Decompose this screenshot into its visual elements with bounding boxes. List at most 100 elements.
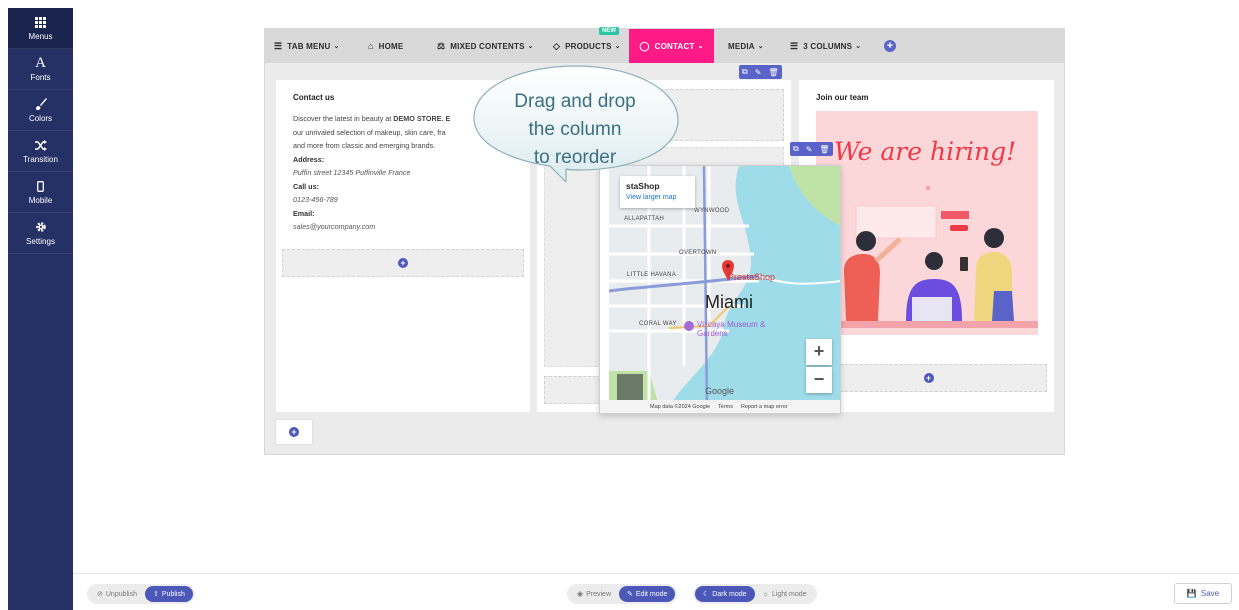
bottom-toolbar: ⊘ Unpublish ⇧ Publish ◉ Preview ✎ Edit m…: [73, 573, 1239, 610]
mode-toggle: ◉ Preview ✎ Edit mode: [567, 584, 678, 604]
brush-icon: [35, 97, 47, 111]
hiring-image: We are hiring!: [816, 111, 1038, 335]
menu-label: MIXED CONTENTS: [450, 41, 525, 51]
zoom-in-button[interactable]: +: [806, 339, 832, 365]
map-pin-label: PrestaShop: [728, 272, 776, 282]
publish-button[interactable]: ⇧ Publish: [145, 586, 193, 602]
trash-icon[interactable]: 🗑: [768, 68, 778, 77]
chevron-down-icon: ⌄: [527, 43, 534, 50]
gear-icon: [35, 220, 47, 234]
ban-icon: ⊘: [97, 591, 103, 598]
light-mode-button[interactable]: ☼ Light mode: [755, 586, 815, 602]
scale-icon: ⚖: [437, 40, 446, 51]
phone-value: 0123-456-789: [293, 195, 338, 204]
bars-icon: ☰: [790, 40, 799, 51]
menu-3-columns[interactable]: ☰ 3 COLUMNS ⌄: [790, 29, 861, 63]
unpublish-button[interactable]: ⊘ Unpublish: [89, 586, 145, 602]
preview-button[interactable]: ◉ Preview: [569, 586, 619, 602]
zoom-out-button[interactable]: −: [806, 367, 832, 393]
menu-label: MEDIA: [728, 41, 755, 51]
edit-icon[interactable]: ✎: [755, 68, 762, 77]
sidebar-item-label: Transition: [23, 155, 58, 164]
hiring-illustration: [816, 186, 1038, 328]
view-larger-map-link[interactable]: View larger map: [626, 194, 676, 201]
map-label: CORAL WAY: [639, 321, 677, 327]
map-place-name: staShop: [626, 181, 660, 191]
menu-label: 3 COLUMNS: [803, 41, 853, 51]
home-icon: ⌂: [368, 41, 374, 51]
mega-menu-bar: ☰ TAB MENU ⌄ ⌂ HOME ⚖ MIXED CONTENTS ⌄ ◇…: [265, 27, 1064, 63]
menu-media[interactable]: MEDIA ⌄: [728, 29, 764, 63]
moon-icon: ☾: [703, 591, 710, 598]
menu-mixed-contents[interactable]: ⚖ MIXED CONTENTS ⌄: [437, 29, 534, 63]
column-toolbar: ⧉ ✎ 🗑: [739, 65, 782, 79]
floppy-icon: 💾: [1186, 589, 1197, 598]
chevron-down-icon: ⌄: [757, 43, 764, 50]
mobile-icon: [37, 179, 44, 193]
add-block-row[interactable]: +: [810, 364, 1047, 392]
bars-icon: ☰: [274, 40, 283, 51]
chevron-down-icon: ⌄: [614, 43, 621, 50]
menu-label: CONTACT: [654, 41, 695, 51]
map-toolbar: ⧉ ✎ 🗑: [790, 142, 833, 156]
map-label: WYNWOOD: [694, 208, 730, 214]
map-label: OVERTOWN: [679, 250, 717, 256]
add-block-row[interactable]: +: [282, 249, 524, 277]
map-label: LITTLE HAVANA: [627, 272, 677, 278]
grid-icon: [35, 15, 46, 29]
map-area[interactable]: ALLAPATTAH OVERTOWN LITTLE HAVANA CORAL …: [609, 166, 840, 406]
diamond-icon: ◇: [553, 40, 561, 51]
chevron-down-icon: ⌄: [697, 43, 704, 50]
menu-label: HOME: [378, 41, 404, 51]
menu-tab-menu[interactable]: ☰ TAB MENU ⌄: [274, 29, 340, 63]
sidebar-item-transition[interactable]: Transition: [8, 131, 73, 172]
plus-icon[interactable]: +: [923, 373, 934, 383]
sidebar-item-label: Settings: [26, 237, 55, 246]
chat-icon: ◯: [639, 40, 650, 51]
edit-mode-button[interactable]: ✎ Edit mode: [619, 586, 676, 602]
add-block-row[interactable]: [544, 376, 606, 404]
terms-link[interactable]: Terms: [718, 404, 733, 410]
theme-toggle: ☾ Dark mode ☼ Light mode: [693, 584, 817, 604]
sidebar-item-fonts[interactable]: A Fonts: [8, 49, 73, 90]
chevron-down-icon: ⌄: [855, 43, 862, 50]
tooltip-text: Drag and drop the column to reorder: [514, 91, 636, 168]
duplicate-icon[interactable]: ⧉: [742, 67, 748, 77]
save-button[interactable]: 💾 Save: [1174, 583, 1232, 604]
dark-mode-button[interactable]: ☾ Dark mode: [695, 586, 755, 602]
menu-contact[interactable]: ◯ CONTACT ⌄: [629, 29, 714, 63]
menu-label: PRODUCTS: [565, 41, 612, 51]
add-menu-button[interactable]: +: [884, 40, 896, 52]
menu-label: TAB MENU: [287, 41, 331, 51]
sidebar-item-label: Menus: [28, 32, 53, 41]
sidebar-item-settings[interactable]: Settings: [8, 213, 73, 254]
trash-icon[interactable]: 🗑: [819, 145, 829, 154]
sidebar-item-mobile[interactable]: Mobile: [8, 172, 73, 213]
sidebar-item-label: Fonts: [30, 73, 51, 82]
email-value: sales@yourcompany.com: [293, 222, 376, 231]
shuffle-icon: [34, 138, 47, 152]
sidebar-item-menus[interactable]: Menus: [8, 8, 73, 49]
sun-icon: ☼: [762, 590, 769, 598]
sidebar-item-colors[interactable]: Colors: [8, 90, 73, 131]
plus-icon[interactable]: +: [289, 427, 299, 437]
pencil-icon: ✎: [627, 591, 633, 598]
edit-icon[interactable]: ✎: [806, 145, 813, 154]
add-column-button[interactable]: +: [275, 419, 313, 445]
sidebar-item-label: Mobile: [28, 196, 53, 205]
publish-toggle: ⊘ Unpublish ⇧ Publish: [87, 584, 195, 604]
sidebar-item-label: Colors: [28, 114, 53, 123]
plus-icon[interactable]: +: [398, 258, 408, 268]
new-badge: NEW: [599, 27, 619, 35]
upload-icon: ⇧: [153, 591, 159, 598]
report-map-error-link[interactable]: Report a map error: [741, 404, 787, 410]
duplicate-icon[interactable]: ⧉: [793, 144, 799, 154]
map-poi-label: Vizcaya Museum & Gardens: [697, 320, 766, 338]
map-label: ALLAPATTAH: [624, 216, 665, 222]
font-icon: A: [35, 55, 46, 71]
left-sidebar: Menus A Fonts Colors Transition Mobile S…: [8, 8, 73, 610]
google-map-block[interactable]: ALLAPATTAH OVERTOWN LITTLE HAVANA CORAL …: [599, 165, 841, 414]
column-title: Join our team: [816, 93, 869, 102]
map-city-label: Miami: [705, 292, 753, 312]
menu-home[interactable]: ⌂ HOME: [368, 29, 403, 63]
